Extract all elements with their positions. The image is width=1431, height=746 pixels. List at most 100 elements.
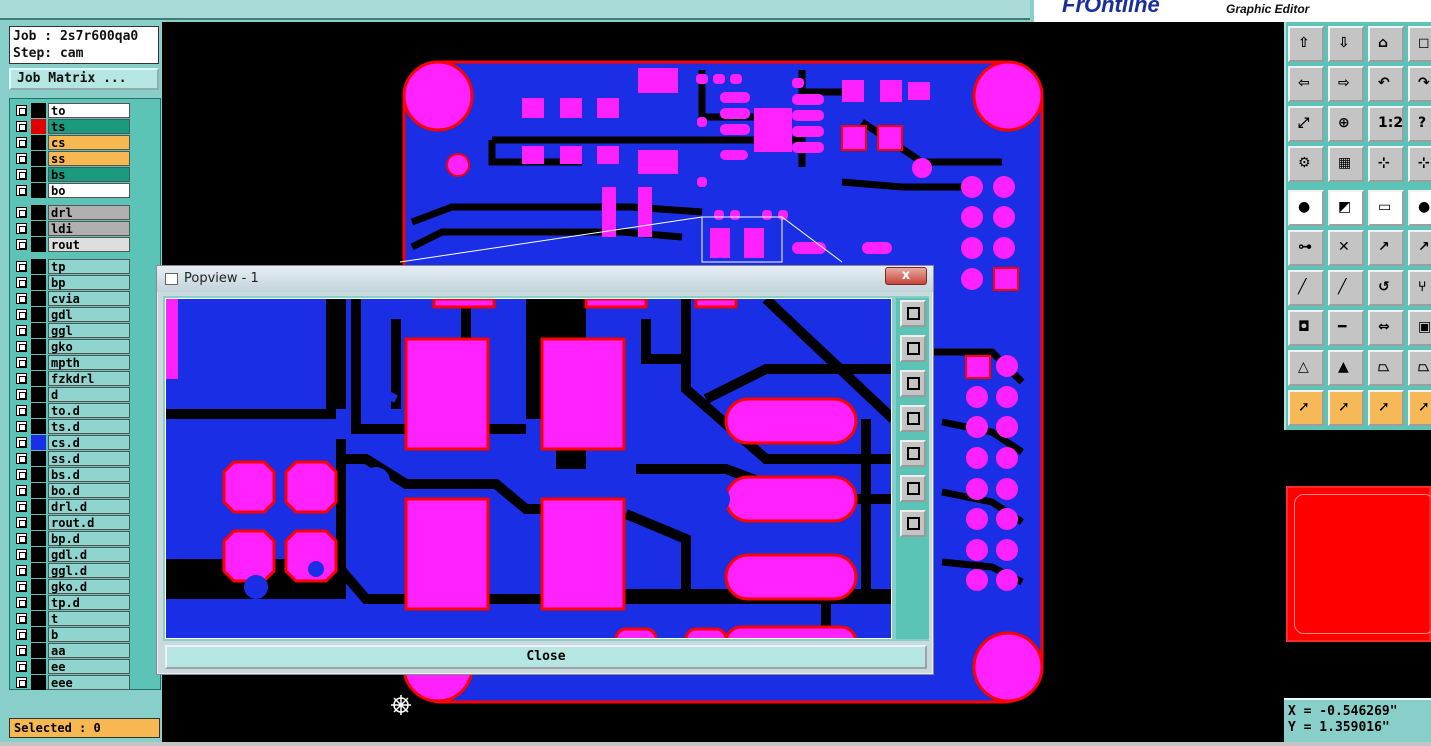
layer-checkbox[interactable] xyxy=(16,629,27,640)
layer-checkbox[interactable] xyxy=(16,293,27,304)
layer-checkbox[interactable] xyxy=(16,677,27,688)
layer-checkbox[interactable] xyxy=(16,517,27,528)
layer-name[interactable]: d xyxy=(48,387,130,402)
layer-row-bs-d[interactable]: bs.d xyxy=(14,467,132,482)
layer-checkbox[interactable] xyxy=(16,223,27,234)
layer-row-drl[interactable]: drl xyxy=(14,205,132,220)
layer-row-rout-d[interactable]: rout.d xyxy=(14,515,132,530)
zoom-fit-icon[interactable] xyxy=(900,475,926,502)
layer-row-gko[interactable]: gko xyxy=(14,339,132,354)
layer-checkbox[interactable] xyxy=(16,121,27,132)
layer-name[interactable]: fzkdrl xyxy=(48,371,130,386)
layer-row-drl-d[interactable]: drl.d xyxy=(14,499,132,514)
layer-color-swatch[interactable] xyxy=(31,355,46,370)
layer-name[interactable]: rout xyxy=(48,237,130,252)
layer-color-swatch[interactable] xyxy=(31,307,46,322)
layer-color-swatch[interactable] xyxy=(31,323,46,338)
layer-checkbox[interactable] xyxy=(16,185,27,196)
layer-row-tp[interactable]: tp xyxy=(14,259,132,274)
pan-right-icon[interactable] xyxy=(900,440,926,467)
zoom-fit-icon[interactable]: ⤢ xyxy=(1288,106,1324,142)
layer-color-swatch[interactable] xyxy=(31,483,46,498)
minus-icon[interactable]: ━ xyxy=(1328,310,1364,346)
layer-row-ss[interactable]: ss xyxy=(14,151,132,166)
layer-checkbox[interactable] xyxy=(16,501,27,512)
layer-color-swatch[interactable] xyxy=(31,237,46,252)
job-matrix-button[interactable]: Job Matrix ... xyxy=(9,68,159,90)
layer-name[interactable]: drl.d xyxy=(48,499,130,514)
layer-row-bo[interactable]: bo xyxy=(14,183,132,198)
layer-name[interactable]: to xyxy=(48,103,130,118)
up-triangle-icon[interactable]: ▲ xyxy=(1328,350,1364,386)
layer-name[interactable]: bs.d xyxy=(48,467,130,482)
layer-row-ee[interactable]: ee xyxy=(14,659,132,674)
layer-color-swatch[interactable] xyxy=(31,467,46,482)
layer-name[interactable]: ggl xyxy=(48,323,130,338)
layer-name[interactable]: eee xyxy=(48,675,130,690)
popview-viewport[interactable] xyxy=(165,298,892,639)
layer-name[interactable]: cs xyxy=(48,135,130,150)
layer-checkbox[interactable] xyxy=(16,105,27,116)
layer-checkbox[interactable] xyxy=(16,581,27,592)
layer-checkbox[interactable] xyxy=(16,277,27,288)
redo-view-icon[interactable]: ↷ xyxy=(1408,66,1431,102)
layer-row-bp-d[interactable]: bp.d xyxy=(14,531,132,546)
layer-row-to[interactable]: to xyxy=(14,103,132,118)
popview-titlebar[interactable]: Popview - 1 x xyxy=(157,266,933,292)
layer-row-bp[interactable]: bp xyxy=(14,275,132,290)
layer-row-bo-d[interactable]: bo.d xyxy=(14,483,132,498)
layer-color-swatch[interactable] xyxy=(31,403,46,418)
layer-color-swatch[interactable] xyxy=(31,221,46,236)
popview-window[interactable]: Popview - 1 x Close xyxy=(156,265,934,675)
layer-row-cs-d[interactable]: cs.d xyxy=(14,435,132,450)
window-close-button[interactable]: x xyxy=(885,267,927,285)
layer-row-aa[interactable]: aa xyxy=(14,643,132,658)
layer-row-ts-d[interactable]: ts.d xyxy=(14,419,132,434)
layer-row-ggl-d[interactable]: ggl.d xyxy=(14,563,132,578)
help-icon[interactable]: ? xyxy=(1408,106,1431,142)
layer-checkbox[interactable] xyxy=(16,153,27,164)
pan-left-icon[interactable] xyxy=(900,405,926,432)
layer-row-d[interactable]: d xyxy=(14,387,132,402)
layer-name[interactable]: ggl.d xyxy=(48,563,130,578)
layer-row-ldi[interactable]: ldi xyxy=(14,221,132,236)
layer-name[interactable]: b xyxy=(48,627,130,642)
layer-checkbox[interactable] xyxy=(16,239,27,250)
layer-checkbox[interactable] xyxy=(16,469,27,480)
layer-name[interactable]: bp.d xyxy=(48,531,130,546)
layer-checkbox[interactable] xyxy=(16,207,27,218)
layer-checkbox[interactable] xyxy=(16,437,27,448)
line-icon[interactable]: ╱ xyxy=(1288,270,1324,306)
layer-color-swatch[interactable] xyxy=(31,119,46,134)
layer-name[interactable]: tp.d xyxy=(48,595,130,610)
layer-checkbox[interactable] xyxy=(16,421,27,432)
layer-color-swatch[interactable] xyxy=(31,435,46,450)
layer-row-to-d[interactable]: to.d xyxy=(14,403,132,418)
layer-name[interactable]: bo.d xyxy=(48,483,130,498)
layer-name[interactable]: gdl.d xyxy=(48,547,130,562)
select-point-icon[interactable]: ● xyxy=(1288,190,1324,226)
layer-color-swatch[interactable] xyxy=(31,627,46,642)
layer-name[interactable]: mpth xyxy=(48,355,130,370)
snap-icon[interactable]: ⊹ xyxy=(1368,146,1404,182)
close-button[interactable]: Close xyxy=(165,645,927,669)
pointer-bracket-icon[interactable]: ➚ xyxy=(1408,390,1431,426)
layer-checkbox[interactable] xyxy=(16,341,27,352)
pan-up-icon[interactable]: ⇧ xyxy=(1288,26,1324,62)
zoom-icon[interactable]: ◻ xyxy=(1408,26,1431,62)
layer-color-swatch[interactable] xyxy=(31,579,46,594)
layer-row-ggl[interactable]: ggl xyxy=(14,323,132,338)
layer-checkbox[interactable] xyxy=(16,597,27,608)
layer-color-swatch[interactable] xyxy=(31,451,46,466)
grid-icon[interactable]: ▦ xyxy=(1328,146,1364,182)
layer-color-swatch[interactable] xyxy=(31,259,46,274)
layer-name[interactable]: gko.d xyxy=(48,579,130,594)
layer-checkbox[interactable] xyxy=(16,169,27,180)
layer-color-swatch[interactable] xyxy=(31,595,46,610)
layer-name[interactable]: cs.d xyxy=(48,435,130,450)
pan-left-icon[interactable]: ⇦ xyxy=(1288,66,1324,102)
layer-checkbox[interactable] xyxy=(16,565,27,576)
layer-name[interactable]: ss.d xyxy=(48,451,130,466)
layer-color-swatch[interactable] xyxy=(31,151,46,166)
arc-icon[interactable]: ↺ xyxy=(1368,270,1404,306)
